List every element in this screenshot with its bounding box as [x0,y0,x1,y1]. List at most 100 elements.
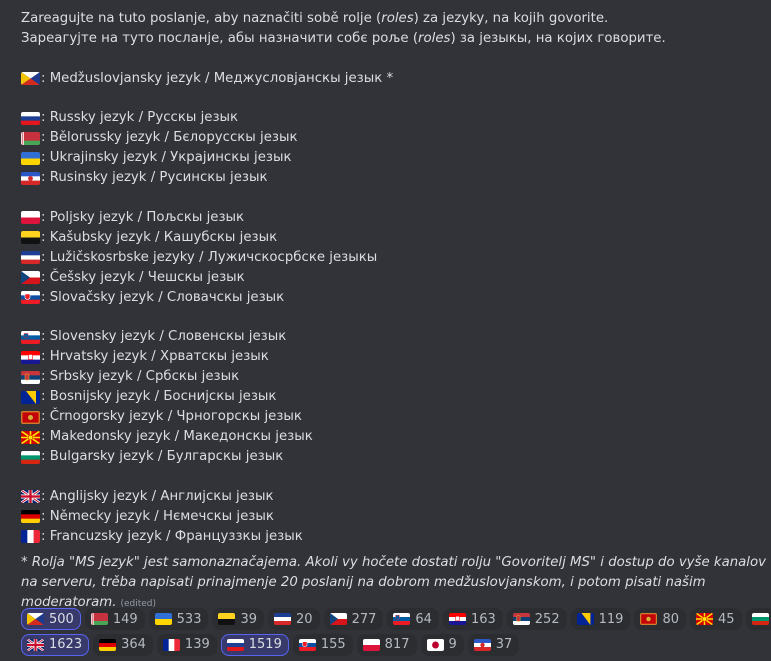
edited-label: (edited) [120,598,157,609]
reaction-sk-button[interactable]: 155 [292,633,353,656]
flag-pl-icon [362,638,380,651]
reaction-count: 9 [448,637,457,652]
language-line-pl: : Poljsky jezyk / Пољскы језык [21,208,766,228]
flag-si-icon [393,613,411,625]
reaction-gb-button[interactable]: 1623 [21,633,90,656]
reaction-ms-button[interactable]: 500 [21,608,81,630]
flag-sk-icon [21,291,40,304]
flag-by-icon [90,613,108,625]
language-label: : Slovensky jezyk / Словенскы језык [41,329,287,344]
language-line-fr: : Francuzsky jezyk / Француззкы језык [21,527,766,547]
flag-hr-icon [448,613,466,625]
flag-bg-icon [21,450,40,464]
intro-cyrillic-roles: roles [418,31,451,46]
language-line-de: : Německy jezyk / Нємечскы језык [21,507,766,527]
reaction-me-button[interactable]: 80 [634,608,686,630]
reaction-de-button[interactable]: 364 [93,633,153,656]
language-label: : Ukrajinsky jezyk / Украјинскы језык [41,150,292,165]
language-label: : Anglijsky jezyk / Англијскы језык [41,488,274,504]
language-label: : Kašubsky jezyk / Кашубскы језык [41,229,278,245]
reactions-row-2: 1623 364 139 1519 155 817 9 37 [21,633,771,656]
reactions: 500 149 533 39 20 277 64 163 252 119 80 45 82 1623 36… [21,608,771,659]
flag-me-icon [21,410,40,424]
reaction-count: 533 [176,611,202,627]
reaction-rs-button[interactable]: 252 [506,608,567,630]
language-label: : Makedonsky jezyk / Македонскы језык [41,429,313,444]
reaction-fr-button[interactable]: 139 [156,633,217,656]
language-label: : Češsky jezyk / Чешскы језык [41,269,245,285]
reaction-jp-button[interactable]: 9 [420,633,464,656]
flag-ua-icon [21,151,40,165]
flag-de-icon [21,510,40,523]
flag-mk-icon [695,613,713,625]
flag-fr-icon [21,530,40,543]
reaction-by-button[interactable]: 149 [84,608,145,630]
flag-bg-icon [751,613,769,625]
flag-fr-icon [162,638,180,651]
language-line-si: : Slovensky jezyk / Словенскы језык [21,327,766,347]
reaction-ua-button[interactable]: 533 [148,608,209,630]
language-line-sk: : Slovačsky jezyk / Словачскы језык [21,288,766,308]
language-line-hr: : Hrvatsky jezyk / Хрватскы језык [21,347,766,367]
reaction-count: 500 [49,611,74,627]
reaction-cz-button[interactable]: 277 [323,608,384,630]
flag-cz-icon [329,613,347,625]
reaction-mk-button[interactable]: 45 [689,608,742,630]
message-content: Zareagujte na tuto poslanje, aby naznači… [21,9,766,614]
flag-sorb-icon [274,613,292,625]
flag-gb-icon [21,490,40,503]
language-label: : Bělorussky jezyk / Бєлорусскы језык [41,130,298,145]
reaction-ba-button[interactable]: 119 [570,608,631,630]
language-label: : Rusinsky jezyk / Русинскы језык [41,170,268,185]
flag-ru-icon [21,111,40,125]
reaction-count: 37 [495,637,513,652]
flag-rusyn-icon [473,638,491,651]
reaction-bg-button[interactable]: 82 [745,608,771,630]
flag-ms-icon [27,613,44,625]
reaction-si-button[interactable]: 64 [387,608,439,630]
reaction-count: 155 [320,637,346,652]
language-line-gb: : Anglijsky jezyk / Англијскы језык [21,487,766,507]
flag-de-icon [99,638,117,651]
flag-by-icon [21,131,40,145]
language-label: : Srbsky jezyk / Србскы језык [41,369,240,384]
reaction-count: 364 [121,637,146,652]
reaction-count: 817 [384,637,410,652]
intro-latin-text: Zareagujte na tuto poslanje, aby naznači… [21,11,382,26]
reaction-sorb-button[interactable]: 20 [268,608,320,630]
language-line-rs: : Srbsky jezyk / Србскы језык [21,367,766,387]
flag-jp-icon [426,638,444,651]
reactions-row-1: 500 149 533 39 20 277 64 163 252 119 80 45 82 [21,608,771,630]
reaction-hr-button[interactable]: 163 [442,608,503,630]
intro-cyrillic: Зареагујте на туто посланје, абы назначи… [21,29,766,49]
language-line-ms: : Medžuslovjansky jezyk / Меджусловјанск… [21,69,766,89]
flag-ms-icon [21,72,40,85]
reaction-pl-button[interactable]: 817 [356,633,417,656]
intro-latin-text-end: ) za jezyky, na kojih govorite. [413,11,609,26]
reaction-count: 45 [717,611,735,627]
intro-cyrillic-text: Зареагујте на туто посланје, абы назначи… [21,31,419,46]
language-label: : Russky jezyk / Русскы језык [41,110,239,125]
language-line-ru: : Russky jezyk / Русскы језык [21,108,766,128]
flag-mk-icon [21,430,40,444]
reaction-count: 20 [296,611,313,627]
reaction-count: 80 [662,611,679,627]
flag-pl-icon [21,211,40,224]
reaction-ru-button[interactable]: 1519 [220,633,289,656]
flag-rs-icon [21,370,40,384]
intro-latin-roles: roles [381,11,414,26]
reaction-rusyn-button[interactable]: 37 [467,633,520,656]
language-label: : Slovačsky jezyk / Словачскы језык [41,289,285,305]
flag-ua-icon [154,613,172,625]
note: * Rolja "MS jezyk" jest samonaznačajema.… [21,553,766,614]
language-line-rusyn: : Rusinsky jezyk / Русинскы језык [21,168,766,188]
flag-cz-icon [21,271,40,284]
flag-sorb-icon [21,251,40,264]
language-label: : Hrvatsky jezyk / Хрватскы језык [41,349,269,364]
language-line-bg: : Bulgarsky jezyk / Булгарскы језык [21,447,766,467]
reaction-kash-button[interactable]: 39 [212,608,265,630]
language-label: : Německy jezyk / Нємечскы језык [41,508,274,524]
flag-sk-icon [298,638,316,651]
language-list: : Medžuslovjansky jezyk / Меджусловјанск… [21,49,766,547]
language-label: : Lužičskosrbske jezyky / Лужичскосрбске… [41,249,378,265]
